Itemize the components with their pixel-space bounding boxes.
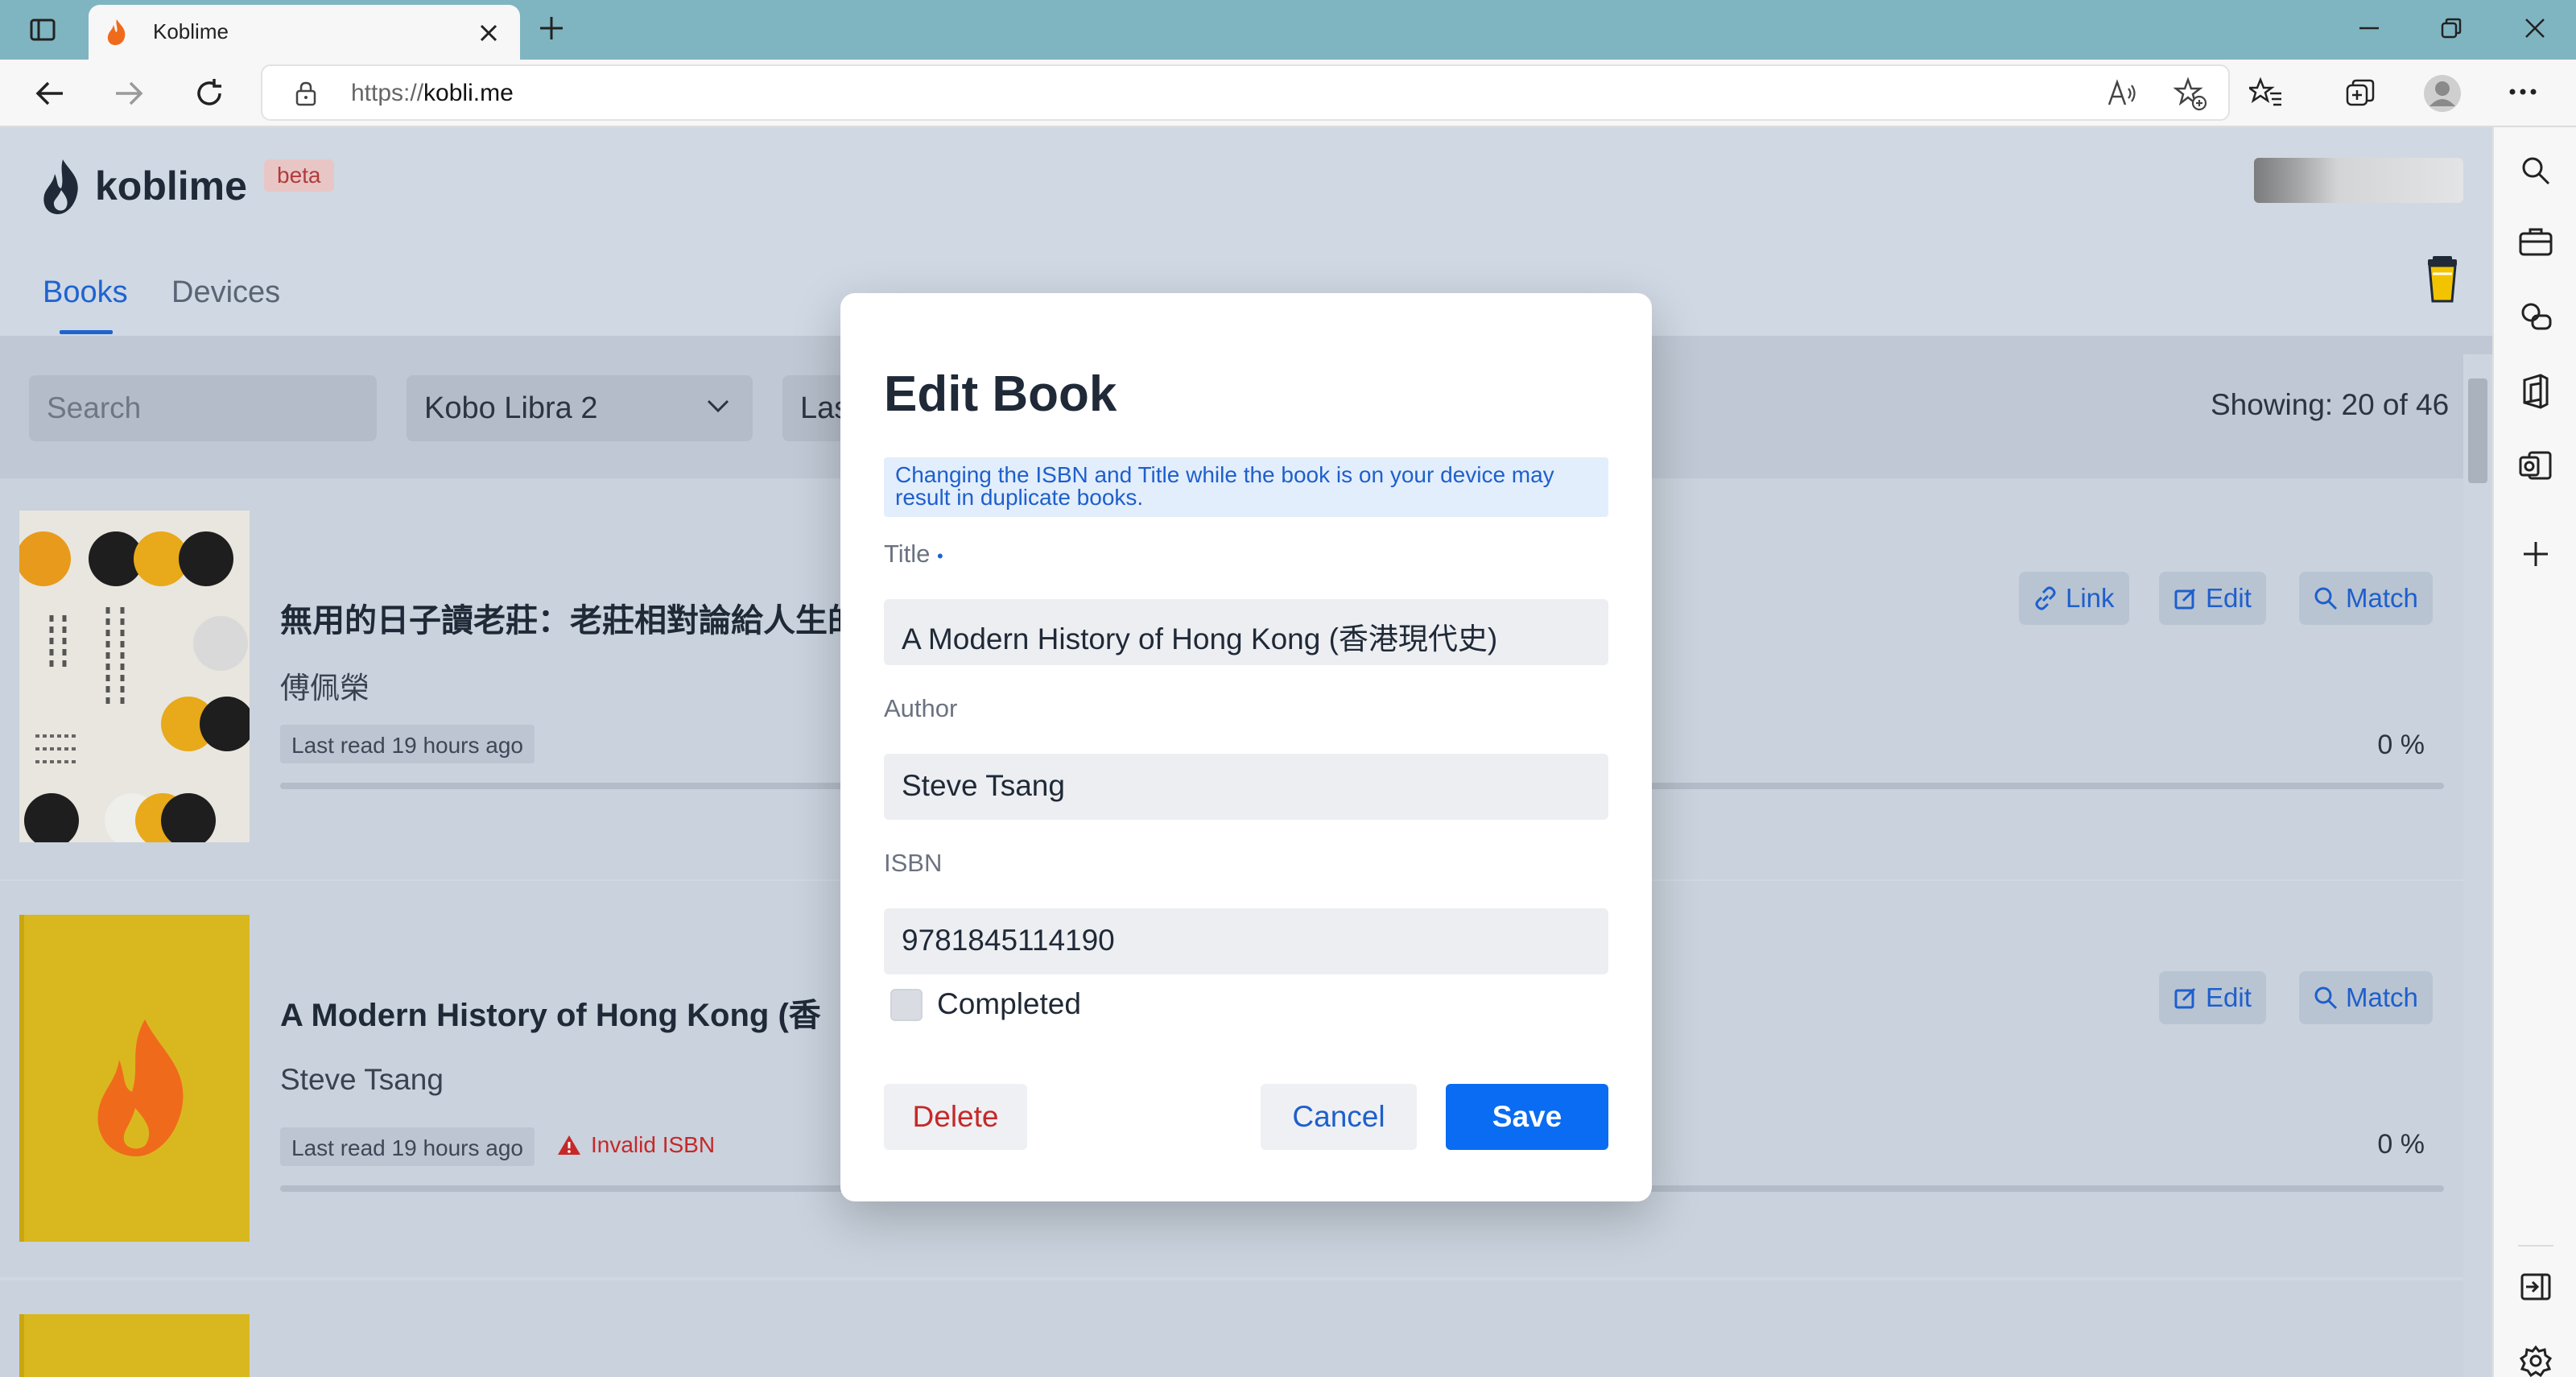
edit-icon [2174,986,2198,1010]
read-aloud-icon[interactable] [2106,77,2138,110]
favorites-icon[interactable] [2249,77,2283,110]
isbn-label: ISBN [884,849,943,877]
cup-icon[interactable] [2425,254,2460,304]
device-select-value: Kobo Libra 2 [424,391,598,425]
restore-icon[interactable] [2439,16,2463,40]
search-icon [2314,586,2338,610]
office-icon[interactable] [2520,374,2552,409]
title-label: Title • [884,540,943,568]
search-input[interactable]: Search [29,375,377,441]
match-button[interactable]: Match [2299,971,2433,1024]
back-icon[interactable] [34,77,66,110]
warning-icon [557,1134,581,1156]
forward-icon[interactable] [113,77,145,110]
invalid-isbn-warning: Invalid ISBN [557,1132,715,1158]
title-input[interactable]: A Modern History of Hong Kong (香港現代史) [884,599,1608,665]
sidebar-hide-icon[interactable] [2520,1272,2552,1301]
match-label: Match [2346,982,2418,1012]
search-icon[interactable] [2520,155,2552,187]
save-button[interactable]: Save [1446,1084,1608,1150]
cancel-button[interactable]: Cancel [1261,1084,1417,1150]
active-tab-indicator [60,330,113,334]
book-title[interactable]: A Modern History of Hong Kong (香 [280,989,821,1036]
book-cover[interactable] [19,1314,250,1377]
duplicate-warning-notice: Changing the ISBN and Title while the bo… [884,457,1608,517]
minimize-icon[interactable] [2357,16,2381,40]
briefcase-icon[interactable] [2518,225,2553,258]
match-label: Match [2346,583,2418,613]
completed-checkbox[interactable] [890,989,923,1021]
book-cover[interactable] [19,915,250,1242]
plus-icon[interactable] [2521,540,2550,569]
progress-percent: 0 % [2377,730,2425,760]
collections-icon[interactable] [2344,77,2376,110]
edit-button[interactable]: Edit [2159,572,2266,625]
settings-icon[interactable] [2520,1345,2552,1377]
sidebar-divider [2518,1245,2553,1247]
profile-icon[interactable] [2423,74,2462,113]
plus-icon[interactable] [538,14,565,42]
flame-icon [105,18,129,47]
last-read-badge: Last read 19 hours ago [280,1127,535,1166]
book-card [0,1280,2463,1377]
edit-icon [2174,586,2198,610]
author-label: Author [884,694,958,722]
match-button[interactable]: Match [2299,572,2433,625]
author-input[interactable]: Steve Tsang [884,754,1608,820]
koblime-logo-icon[interactable] [40,158,84,216]
tab-books[interactable]: Books [43,275,128,310]
link-button[interactable]: Link [2019,572,2129,625]
user-menu[interactable] [2254,158,2463,203]
sidebar-toggle-icon[interactable] [29,16,56,43]
browser-sidebar [2492,127,2576,1377]
edit-label: Edit [2206,583,2252,613]
scrollbar-track[interactable] [2463,354,2492,1377]
search-icon [2314,986,2338,1010]
dialog-title: Edit Book [884,366,1117,422]
required-mark: • [937,546,943,566]
device-select[interactable]: Kobo Libra 2 [407,375,753,441]
scrollbar-thumb[interactable] [2468,378,2487,483]
completed-label[interactable]: Completed [937,987,1081,1021]
lock-icon[interactable] [295,81,317,106]
edit-label: Edit [2206,982,2252,1012]
book-cover[interactable] [19,511,250,842]
more-icon[interactable] [2508,87,2537,97]
logo-text[interactable]: koblime [95,163,247,209]
games-icon[interactable] [2518,301,2553,333]
refresh-icon[interactable] [193,77,225,110]
url-text: https://kobli.me [351,80,514,106]
edit-button[interactable]: Edit [2159,971,2266,1024]
browser-titlebar: Koblime [0,0,2576,60]
isbn-input[interactable]: 9781845114190 [884,908,1608,974]
link-icon [2033,586,2058,610]
book-author: Steve Tsang [280,1063,444,1096]
chevron-down-icon [706,398,730,414]
book-title[interactable]: 無用的日子讀老莊：老莊相對論給人生的 [280,594,860,641]
address-bar[interactable]: https://kobli.me [261,64,2230,121]
browser-tab[interactable]: Koblime [89,5,520,60]
progress-percent: 0 % [2377,1129,2425,1160]
close-icon[interactable] [478,23,499,43]
beta-badge: beta [264,159,334,192]
last-read-badge: Last read 19 hours ago [280,725,535,763]
tab-title: Koblime [153,19,229,43]
edit-book-dialog: Edit Book Changing the ISBN and Title wh… [840,293,1652,1201]
close-window-icon[interactable] [2523,16,2547,40]
showing-count: Showing: 20 of 46 [2211,388,2450,421]
link-label: Link [2066,583,2115,613]
delete-button[interactable]: Delete [884,1084,1027,1150]
tab-devices[interactable]: Devices [171,275,280,310]
book-author: 傅佩榮 [280,672,369,705]
outlook-icon[interactable] [2518,448,2553,483]
add-favorite-icon[interactable] [2174,77,2207,111]
